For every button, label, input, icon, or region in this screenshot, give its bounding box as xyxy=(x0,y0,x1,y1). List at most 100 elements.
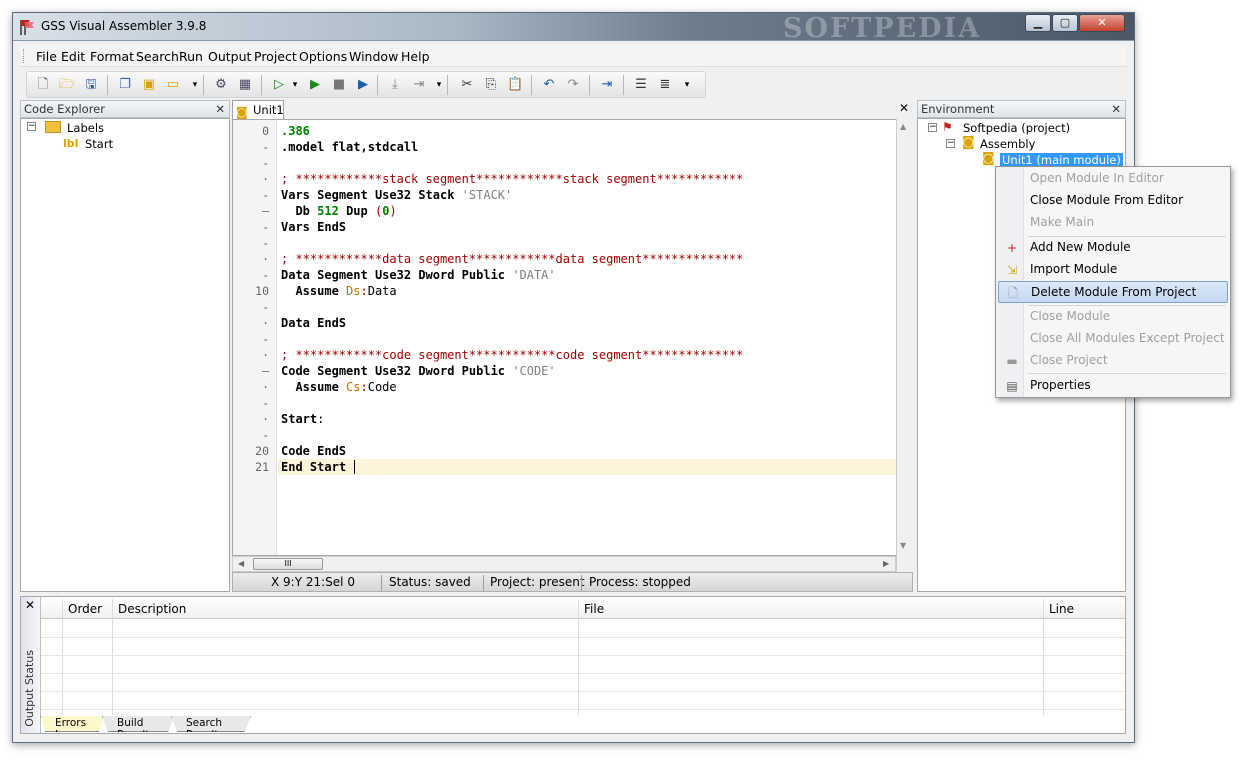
menu-help[interactable]: Help xyxy=(401,49,430,64)
tree-module-selected[interactable]: Unit1 (main module) xyxy=(1000,153,1123,167)
tree-start[interactable]: Start xyxy=(85,137,113,151)
menu-open-module-in-editor[interactable]: Open Module In Editor xyxy=(998,168,1228,190)
undo-icon[interactable]: ↶ xyxy=(541,77,557,93)
code-line[interactable]: ; ************code segment************co… xyxy=(281,347,743,363)
col-file[interactable]: File xyxy=(584,602,604,616)
open-folder-icon[interactable]: 🗁 xyxy=(59,77,75,93)
scroll-up-icon[interactable]: ▲ xyxy=(900,122,906,131)
menu-import-module[interactable]: ⇲ Import Module xyxy=(998,259,1228,281)
list-icon[interactable]: ≣ xyxy=(657,77,673,93)
overflow-icon-3[interactable]: ▾ xyxy=(679,77,695,93)
output-close-button[interactable]: ✕ xyxy=(25,598,35,612)
code-line[interactable]: Start: xyxy=(281,411,324,427)
code-line[interactable]: Data EndS xyxy=(281,315,346,331)
menu-options[interactable]: Options xyxy=(299,49,347,64)
scroll-right-icon[interactable]: ▶ xyxy=(883,559,889,568)
code-line[interactable] xyxy=(281,235,288,251)
code-line[interactable]: .386 xyxy=(281,123,310,139)
menu-window[interactable]: Window xyxy=(349,49,398,64)
collapse-icon[interactable]: − xyxy=(928,123,937,132)
step-icon[interactable]: ▶ xyxy=(355,77,371,93)
code-line[interactable] xyxy=(281,395,288,411)
menu-close-all-modules-except-project[interactable]: Close All Modules Except Project xyxy=(998,328,1228,350)
maximize-button[interactable]: ▢ xyxy=(1052,14,1078,32)
col-description[interactable]: Description xyxy=(118,602,186,616)
menu-output[interactable]: Output xyxy=(208,49,251,64)
col-line[interactable]: Line xyxy=(1049,602,1074,616)
run-green-icon[interactable]: ▶ xyxy=(307,77,323,93)
tree-project[interactable]: Softpedia (project) xyxy=(963,121,1070,135)
scroll-thumb[interactable]: III xyxy=(253,558,323,570)
stop-icon[interactable]: ■ xyxy=(331,77,347,93)
overflow-icon[interactable]: ▾ xyxy=(187,77,203,93)
new-file-icon[interactable]: 🗋 xyxy=(35,77,51,93)
code-line[interactable]: Assume Cs:Code xyxy=(281,379,396,395)
copy-icon[interactable]: ⎘ xyxy=(483,77,499,93)
menu-grip[interactable] xyxy=(23,49,26,63)
redo-icon[interactable]: ↷ xyxy=(565,77,581,93)
cut-icon[interactable]: ✂ xyxy=(459,77,475,93)
save-icon[interactable]: 🖫 xyxy=(83,77,99,93)
horizontal-scrollbar[interactable]: ◀ III ▶ xyxy=(232,556,896,572)
code-line[interactable]: Db 512 Dup (0) xyxy=(281,203,396,219)
code-line[interactable]: Code EndS xyxy=(281,443,346,459)
menu-add-new-module[interactable]: + Add New Module xyxy=(998,237,1228,259)
align-icon[interactable]: ☰ xyxy=(633,77,649,93)
overflow-icon-2[interactable]: ▾ xyxy=(431,77,447,93)
menu-properties[interactable]: ▤ Properties xyxy=(998,375,1228,397)
code-line[interactable]: ; ************stack segment************s… xyxy=(281,171,743,187)
menu-close-project[interactable]: ▬ Close Project xyxy=(998,350,1228,372)
code-line[interactable]: Vars Segment Use32 Stack 'STACK' xyxy=(281,187,512,203)
code-line[interactable]: Code Segment Use32 Dword Public 'CODE' xyxy=(281,363,556,379)
code-line[interactable]: Data Segment Use32 Dword Public 'DATA' xyxy=(281,267,556,283)
indent-icon[interactable]: ⇥ xyxy=(599,77,615,93)
scroll-down-icon[interactable]: ▼ xyxy=(900,541,906,550)
code-line[interactable]: Assume Ds:Data xyxy=(281,283,396,299)
save-all-icon[interactable]: ❐ xyxy=(117,77,133,93)
step-into-icon[interactable]: ⤓ xyxy=(387,77,403,93)
col-order[interactable]: Order xyxy=(68,602,102,616)
code-line[interactable]: ; ************data segment************da… xyxy=(281,251,743,267)
code-line[interactable] xyxy=(281,155,288,171)
menu-make-main[interactable]: Make Main xyxy=(998,212,1228,234)
menu-run[interactable]: Run xyxy=(179,49,203,64)
menu-search[interactable]: Search xyxy=(136,49,179,64)
menu-close-module-from-editor[interactable]: Close Module From Editor xyxy=(998,190,1228,212)
editor-close-button[interactable]: ✕ xyxy=(899,101,909,115)
tree-assembly[interactable]: Assembly xyxy=(980,137,1035,151)
code-line[interactable] xyxy=(281,427,288,443)
vertical-scrollbar[interactable]: ▲ ▼ xyxy=(896,119,913,572)
menu-close-module[interactable]: Close Module xyxy=(998,306,1228,328)
menu-project[interactable]: Project xyxy=(254,49,297,64)
environment-close-button[interactable]: ✕ xyxy=(1111,101,1121,117)
code-editor[interactable]: 0 - - · - – - - · - 10 - · - · – · - · - 20 21 .386 .model fla… xyxy=(232,119,913,556)
menu-edit[interactable]: Edit xyxy=(61,49,85,64)
code-explorer-close-button[interactable]: ✕ xyxy=(215,101,225,117)
title-bar[interactable]: GSS Visual Assembler 3.9.8 SOFTPEDIA ▁ ▢… xyxy=(13,13,1134,44)
paste-icon[interactable]: 📋 xyxy=(507,77,523,93)
folder-icon[interactable]: ▭ xyxy=(165,77,181,93)
tab-search-result[interactable]: Search Result xyxy=(171,716,251,732)
tab-errors-log[interactable]: Errors Log xyxy=(40,716,104,732)
menu-delete-module-from-project[interactable]: 🗋 Delete Module From Project xyxy=(998,281,1228,303)
tab-build-result[interactable]: Build Result xyxy=(102,716,174,732)
menu-file[interactable]: File xyxy=(36,49,57,64)
scroll-left-icon[interactable]: ◀ xyxy=(238,559,244,568)
minimize-button[interactable]: ▁ xyxy=(1025,14,1051,32)
tab-unit1[interactable]: ◙ Unit1 xyxy=(232,100,284,120)
run-dropdown-icon[interactable]: ▾ xyxy=(287,77,303,93)
menu-format[interactable]: Format xyxy=(90,49,134,64)
code-line[interactable] xyxy=(281,331,288,347)
close-window-button[interactable]: ✕ xyxy=(1079,14,1125,32)
collapse-icon[interactable]: − xyxy=(27,122,36,131)
tree-labels[interactable]: Labels xyxy=(67,121,104,135)
step-over-icon[interactable]: ⇥ xyxy=(411,77,427,93)
collapse-icon-2[interactable]: − xyxy=(946,139,955,148)
code-line[interactable]: Vars EndS xyxy=(281,219,346,235)
code-line[interactable]: .model flat,stdcall xyxy=(281,139,418,155)
compile-icon[interactable]: ▦ xyxy=(237,77,253,93)
open-project-icon[interactable]: ▣ xyxy=(141,77,157,93)
build-icon[interactable]: ⚙ xyxy=(213,77,229,93)
code-line[interactable]: End Start xyxy=(281,459,346,475)
run-icon[interactable]: ▷ xyxy=(271,77,287,93)
